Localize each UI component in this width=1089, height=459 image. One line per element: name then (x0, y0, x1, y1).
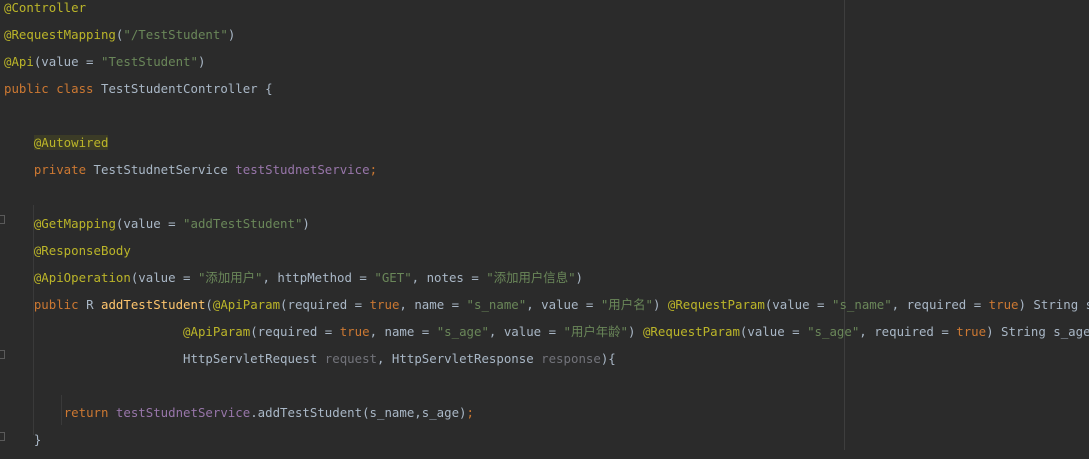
code-token: "用户名" (601, 297, 653, 312)
code-token: "s_name" (467, 297, 527, 312)
code-token: ( (205, 297, 212, 312)
code-token: testStudnetService (235, 162, 369, 177)
code-token: (value = (765, 297, 832, 312)
code-line[interactable]: public class TestStudentController { (4, 81, 273, 108)
code-token: , notes = (412, 270, 487, 285)
code-token: @ApiOperation (34, 270, 131, 285)
code-token: "s_name" (832, 297, 892, 312)
code-token: ) (628, 324, 643, 339)
code-token (4, 162, 34, 177)
code-token: , value = (526, 297, 601, 312)
code-token: .addTestStudent(s_name,s_age) (250, 405, 466, 420)
code-token: @ApiParam (183, 324, 250, 339)
code-token: @RequestMapping (4, 27, 116, 42)
code-token: , HttpServletResponse (377, 351, 541, 366)
code-line[interactable]: } (4, 432, 41, 459)
code-token: "/TestStudent" (123, 27, 227, 42)
code-token (4, 270, 34, 285)
code-token: @ResponseBody (34, 243, 131, 258)
code-editor[interactable]: @Controller@RequestMapping("/TestStudent… (0, 0, 1089, 450)
code-token: private (34, 162, 94, 177)
code-token: "s_age" (807, 324, 859, 339)
code-token: (required = (250, 324, 340, 339)
code-token: "TestStudent" (101, 54, 198, 69)
code-line[interactable]: @ApiOperation(value = "添加用户", httpMethod… (4, 270, 583, 297)
code-token: , httpMethod = (262, 270, 374, 285)
code-token: TestStudnetService (94, 162, 236, 177)
code-token: true (956, 324, 986, 339)
code-token: public class (4, 81, 101, 96)
right-margin-guide (844, 0, 845, 450)
code-token (4, 297, 34, 312)
code-token: @RequestParam (668, 297, 765, 312)
code-token: "GET" (374, 270, 411, 285)
code-token: "添加用户" (198, 270, 262, 285)
code-line[interactable]: @RequestMapping("/TestStudent") (4, 27, 235, 54)
code-line[interactable]: private TestStudnetService testStudnetSe… (4, 162, 377, 189)
code-token: response (541, 351, 601, 366)
code-token: ) String s_name, (1019, 297, 1089, 312)
code-token: ) (228, 27, 235, 42)
code-token (4, 405, 64, 420)
code-token: addTestStudent (101, 297, 205, 312)
code-line[interactable]: return testStudnetService.addTestStudent… (4, 405, 474, 432)
code-token: ; (467, 405, 474, 420)
code-line[interactable]: HttpServletRequest request, HttpServletR… (4, 351, 616, 378)
code-token: @Autowired (34, 135, 109, 150)
code-token: @Api (4, 54, 34, 69)
code-token: , required = (859, 324, 956, 339)
code-token: true (340, 324, 370, 339)
code-token: true (370, 297, 400, 312)
code-line[interactable]: public R addTestStudent(@ApiParam(requir… (4, 297, 1089, 324)
code-token: } (4, 432, 41, 447)
code-token: "addTestStudent" (183, 216, 302, 231)
code-line[interactable]: @ApiParam(required = true, name = "s_age… (4, 324, 1089, 351)
code-token: request (325, 351, 377, 366)
code-token: (required = (280, 297, 370, 312)
code-token: TestStudentController { (101, 81, 273, 96)
code-token: return (64, 405, 116, 420)
code-token: ) (653, 297, 668, 312)
code-token (4, 243, 34, 258)
code-token: @RequestParam (643, 324, 740, 339)
code-token: , required = (892, 297, 989, 312)
code-token: "s_age" (437, 324, 489, 339)
code-token: , value = (489, 324, 564, 339)
code-token: @Controller (4, 0, 86, 15)
code-line[interactable]: @Api(value = "TestStudent") (4, 54, 205, 81)
code-token: "添加用户信息" (486, 270, 575, 285)
code-token: , name = (399, 297, 466, 312)
code-line[interactable]: @Controller (4, 0, 86, 27)
code-line[interactable]: @ResponseBody (4, 243, 131, 270)
code-token (4, 351, 183, 366)
code-token: ) String s_age, (986, 324, 1089, 339)
code-token: @ApiParam (213, 297, 280, 312)
code-token: testStudnetService (116, 405, 250, 420)
code-token: public (34, 297, 86, 312)
code-line[interactable]: @GetMapping(value = "addTestStudent") (4, 216, 310, 243)
code-token: , name = (370, 324, 437, 339)
code-token: HttpServletRequest (183, 351, 325, 366)
code-token: ) (198, 54, 205, 69)
code-token (4, 135, 34, 150)
code-token: (value = (740, 324, 807, 339)
code-token: ) (576, 270, 583, 285)
code-token: @GetMapping (34, 216, 116, 231)
code-token (4, 216, 34, 231)
code-token: ) (302, 216, 309, 231)
code-token: ; (370, 162, 377, 177)
code-token: ){ (601, 351, 616, 366)
code-token: (value = (34, 54, 101, 69)
code-token: true (989, 297, 1019, 312)
code-token: R (86, 297, 101, 312)
code-token: "用户年龄" (564, 324, 628, 339)
code-line[interactable]: @Autowired (4, 135, 108, 162)
code-token: (value = (116, 216, 183, 231)
code-token: (value = (131, 270, 198, 285)
code-token (4, 324, 183, 339)
